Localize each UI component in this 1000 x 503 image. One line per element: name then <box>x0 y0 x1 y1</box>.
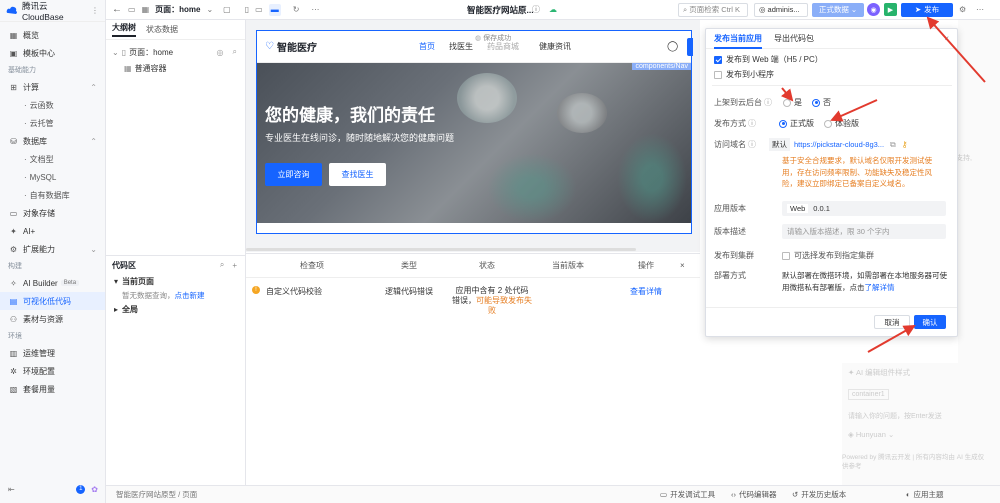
arrow-to-publish <box>926 16 986 83</box>
arrow-to-publish-mode <box>830 99 878 122</box>
arrow-to-confirm <box>867 325 916 353</box>
annotation-arrows <box>780 16 986 353</box>
arrow-to-cloud-option <box>780 87 794 102</box>
